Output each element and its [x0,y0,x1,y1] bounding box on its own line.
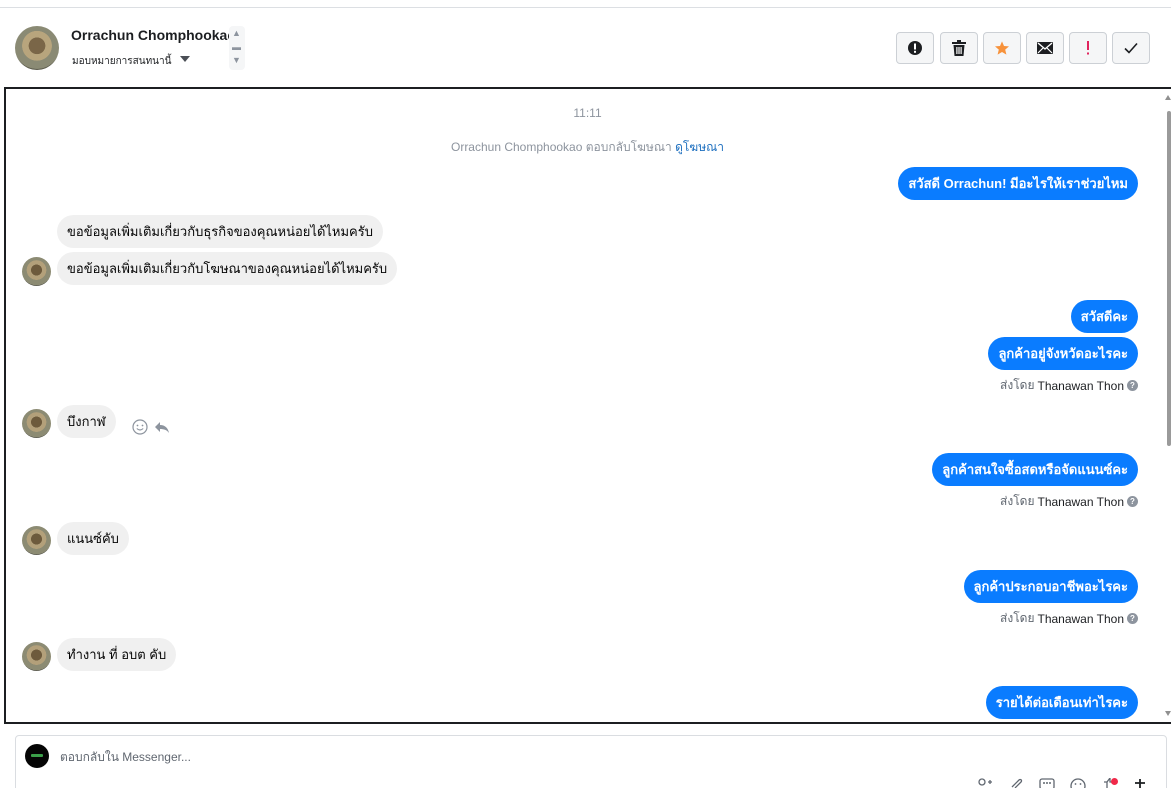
add-person-icon[interactable] [976,778,994,788]
sent-by-prefix: ส่งโดย [1000,494,1035,508]
view-ad-link[interactable]: ดูโฆษณา [675,140,724,154]
sent-by-label: ส่งโดย Thanawan Thon ? [1000,492,1138,511]
arrow-up-icon[interactable]: ▲ [232,28,241,38]
message-actions [132,419,170,435]
trash-icon [952,40,966,56]
contact-name[interactable]: Orrachun Chomphookao [71,27,236,43]
incoming-message[interactable]: ทำงาน ที่ อบต คับ [57,638,177,671]
arrow-mid-icon: ▬ [232,42,241,52]
outgoing-message[interactable]: ลูกค้าสนใจซื้อสดหรือจัดแนนซ์คะ [932,453,1138,486]
incoming-message[interactable]: แนนซ์คับ [57,522,129,555]
caret-down-icon[interactable] [180,56,190,62]
sent-by-label: ส่งโดย Thanawan Thon ? [1000,376,1138,395]
contact-avatar-small[interactable] [22,409,51,438]
incoming-message[interactable]: บึงกาฬ [57,405,116,438]
outgoing-message[interactable]: สวัสดีคะ [1070,300,1138,333]
scroll-down-icon[interactable] [1165,711,1171,716]
mark-spam-button[interactable] [896,32,934,64]
notification-dot [1111,778,1118,785]
spam-icon [908,41,922,55]
question-icon[interactable]: ? [1127,380,1138,391]
scrollbar-thumb[interactable] [1167,111,1171,446]
navigate-arrows[interactable]: ▲ ▬ ▼ [229,26,245,70]
assign-conversation[interactable]: มอบหมายการสนทนานี้ [72,54,171,69]
sent-by-name: Thanawan Thon [1037,378,1124,393]
outgoing-message[interactable]: ลูกค้าประกอบอาชีพอะไรคะ [963,570,1138,603]
follow-up-button[interactable] [1069,32,1107,64]
delete-button[interactable] [940,32,978,64]
contact-avatar-small[interactable] [22,526,51,555]
star-icon [995,41,1009,55]
outgoing-message[interactable]: รายได้ต่อเดือนเท่าไรคะ [985,686,1138,719]
saved-reply-icon[interactable] [1038,778,1056,788]
mark-done-button[interactable] [1112,32,1150,64]
incoming-message[interactable]: ขอข้อมูลเพิ่มเติมเกี่ยวกับโฆษณาของคุณหน่… [57,252,398,285]
question-icon[interactable]: ? [1127,613,1138,624]
scroll-up-icon[interactable] [1165,95,1171,100]
sent-by-name: Thanawan Thon [1037,611,1124,626]
composer-tools [976,778,1149,788]
message-thread[interactable]: 11:11 Orrachun Chomphookao ตอบกลับโฆษณา … [4,87,1171,724]
emoji-icon[interactable] [1069,778,1087,788]
mark-unread-button[interactable] [1026,32,1064,64]
star-button[interactable] [983,32,1021,64]
contact-avatar[interactable] [15,26,59,70]
exclamation-icon [1087,41,1089,55]
attachment-icon[interactable] [1007,778,1025,788]
sent-by-prefix: ส่งโดย [1000,378,1035,392]
envelope-icon [1037,42,1053,54]
ad-reply-notice: Orrachun Chomphookao ตอบกลับโฆษณา ดูโฆษณ… [6,138,1169,157]
message-timestamp: 11:11 [573,106,602,120]
reply-input[interactable] [60,750,860,764]
sent-by-label: ส่งโดย Thanawan Thon ? [1000,609,1138,628]
outgoing-message[interactable]: ลูกค้าอยู่จังหวัดอะไรคะ [988,337,1138,370]
more-options-icon[interactable] [1131,778,1149,788]
arrow-down-icon[interactable]: ▼ [232,55,241,65]
emoji-react-icon[interactable] [132,419,148,435]
sent-by-prefix: ส่งโดย [1000,611,1035,625]
page-avatar [25,744,49,768]
sent-by-name: Thanawan Thon [1037,494,1124,509]
outgoing-message[interactable]: สวัสดี Orrachun! มีอะไรให้เราช่วยไหม [898,167,1138,200]
check-icon [1124,42,1138,54]
reply-icon[interactable] [154,419,170,435]
like-icon[interactable] [1100,778,1118,788]
scrollbar[interactable] [1165,89,1171,722]
incoming-message[interactable]: ขอข้อมูลเพิ่มเติมเกี่ยวกับธุรกิจของคุณหน… [57,215,383,248]
reply-composer [15,735,1167,788]
conversation-header: Orrachun Chomphookao ▲ ▬ ▼ มอบหมายการสนท… [0,8,1171,88]
question-icon[interactable]: ? [1127,496,1138,507]
contact-avatar-small[interactable] [22,642,51,671]
ad-reply-text: Orrachun Chomphookao ตอบกลับโฆษณา [450,140,672,154]
contact-avatar-small[interactable] [22,257,51,286]
